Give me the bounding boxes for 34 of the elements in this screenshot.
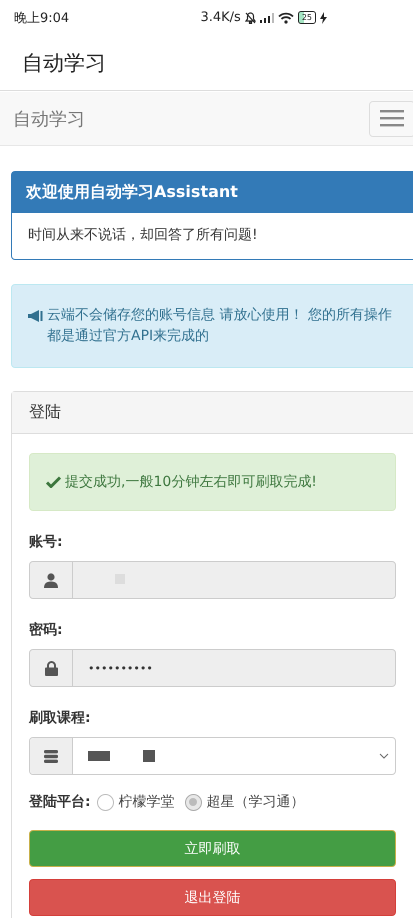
signal-icon xyxy=(260,12,274,22)
check-icon xyxy=(46,476,61,488)
server-icon xyxy=(44,750,58,762)
menu-icon xyxy=(380,110,404,127)
network-speed: 3.4K/s xyxy=(200,10,241,25)
panel-title: 登陆 xyxy=(29,402,61,421)
account-field[interactable] xyxy=(29,561,396,599)
info-text: 云端不会储存您的账号信息 请放心使用！ 您的所有操作都是通过官方API来完成的 xyxy=(47,306,393,346)
panel-title: 欢迎使用自动学习Assistant xyxy=(26,182,238,201)
platform-radio[interactable]: 柠檬学堂 xyxy=(96,793,175,811)
lock-icon xyxy=(44,660,58,676)
field-label: 密码: xyxy=(29,621,64,639)
navbar-brand[interactable]: 自动学习 xyxy=(13,106,85,130)
password-dots: •••••••••• xyxy=(88,662,153,674)
battery-indicator: 25 xyxy=(298,11,316,24)
menu-button[interactable] xyxy=(369,100,413,136)
password-field[interactable]: •••••••••• xyxy=(29,649,396,687)
charging-icon xyxy=(320,12,327,24)
course-select[interactable] xyxy=(29,737,396,775)
status-time: 晚上9:04 xyxy=(14,10,70,26)
wifi-icon xyxy=(278,12,294,24)
app-title: 自动学习 xyxy=(22,50,106,76)
field-label: 刷取课程: xyxy=(29,709,92,727)
field-label: 账号: xyxy=(29,533,64,551)
platform-radio[interactable]: 超星（学习通） xyxy=(184,793,305,811)
muted-bell-icon xyxy=(244,12,256,24)
megaphone-icon xyxy=(28,310,43,322)
user-icon xyxy=(44,572,58,588)
field-label: 登陆平台: xyxy=(29,793,91,811)
redaction-mark xyxy=(88,750,158,762)
logout-button[interactable]: 退出登陆 xyxy=(29,879,396,916)
quote-text: 时间从来不说话，却回答了所有问题! xyxy=(28,227,258,243)
success-text: 提交成功,一般10分钟左右即可刷取完成! xyxy=(65,473,317,491)
chevron-down-icon xyxy=(379,753,389,759)
